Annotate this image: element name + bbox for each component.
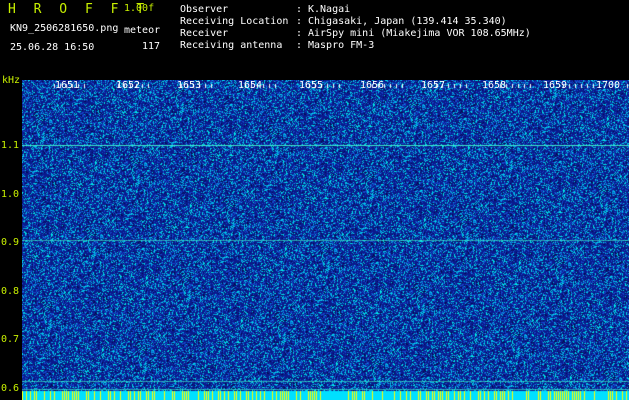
receiver-key: Receiver — [180, 28, 229, 39]
x-tick-label: 1651 — [55, 80, 80, 91]
version-label: 1.00f — [124, 3, 155, 14]
y-tick-label: 0.7 — [1, 334, 20, 346]
y-tick-label: 1.1 — [1, 140, 20, 152]
receiver-value: AirSpy mini (Miakejima VOR 108.65MHz) — [308, 28, 531, 39]
y-tick-label: 1.0 — [1, 188, 20, 200]
y-tick-label: 0.6 — [1, 382, 20, 394]
y-axis-unit: kHz — [2, 75, 21, 86]
x-tick-label: 1653 — [177, 80, 202, 91]
observer-sep: : — [296, 4, 303, 15]
hroft-window: H R O F F T 1.00f KN9_2506281650.png 25.… — [0, 0, 629, 400]
y-tick-label: 0.8 — [1, 285, 20, 297]
x-tick-label: 1659 — [543, 80, 568, 91]
spectrogram-plot — [22, 80, 629, 400]
header-panel: H R O F F T 1.00f KN9_2506281650.png 25.… — [0, 0, 629, 76]
location-value: Chigasaki, Japan (139.414 35.340) — [308, 16, 507, 27]
filename-label: KN9_2506281650.png — [10, 23, 119, 34]
location-key: Receiving Location — [180, 16, 289, 27]
x-tick-label: 1657 — [421, 80, 446, 91]
x-tick-label: 1700 — [596, 80, 621, 91]
observer-value: K.Nagai — [308, 4, 351, 15]
antenna-value: Maspro FM-3 — [308, 40, 375, 51]
meteor-count: 117 — [142, 41, 161, 52]
x-tick-label: 1654 — [238, 80, 263, 91]
receiver-sep: : — [296, 28, 303, 39]
y-tick-label: 0.9 — [1, 237, 20, 249]
location-sep: : — [296, 16, 303, 27]
antenna-key: Receiving antenna — [180, 40, 283, 51]
x-tick-label: 1656 — [360, 80, 385, 91]
x-tick-label: 1652 — [116, 80, 141, 91]
timestamp-label: 25.06.28 16:50 — [10, 42, 95, 53]
meteor-label: meteor — [124, 25, 161, 36]
x-tick-label: 1658 — [482, 80, 507, 91]
observer-key: Observer — [180, 4, 229, 15]
x-tick-label: 1655 — [299, 80, 324, 91]
antenna-sep: : — [296, 40, 303, 51]
spectrogram-canvas — [22, 80, 629, 400]
